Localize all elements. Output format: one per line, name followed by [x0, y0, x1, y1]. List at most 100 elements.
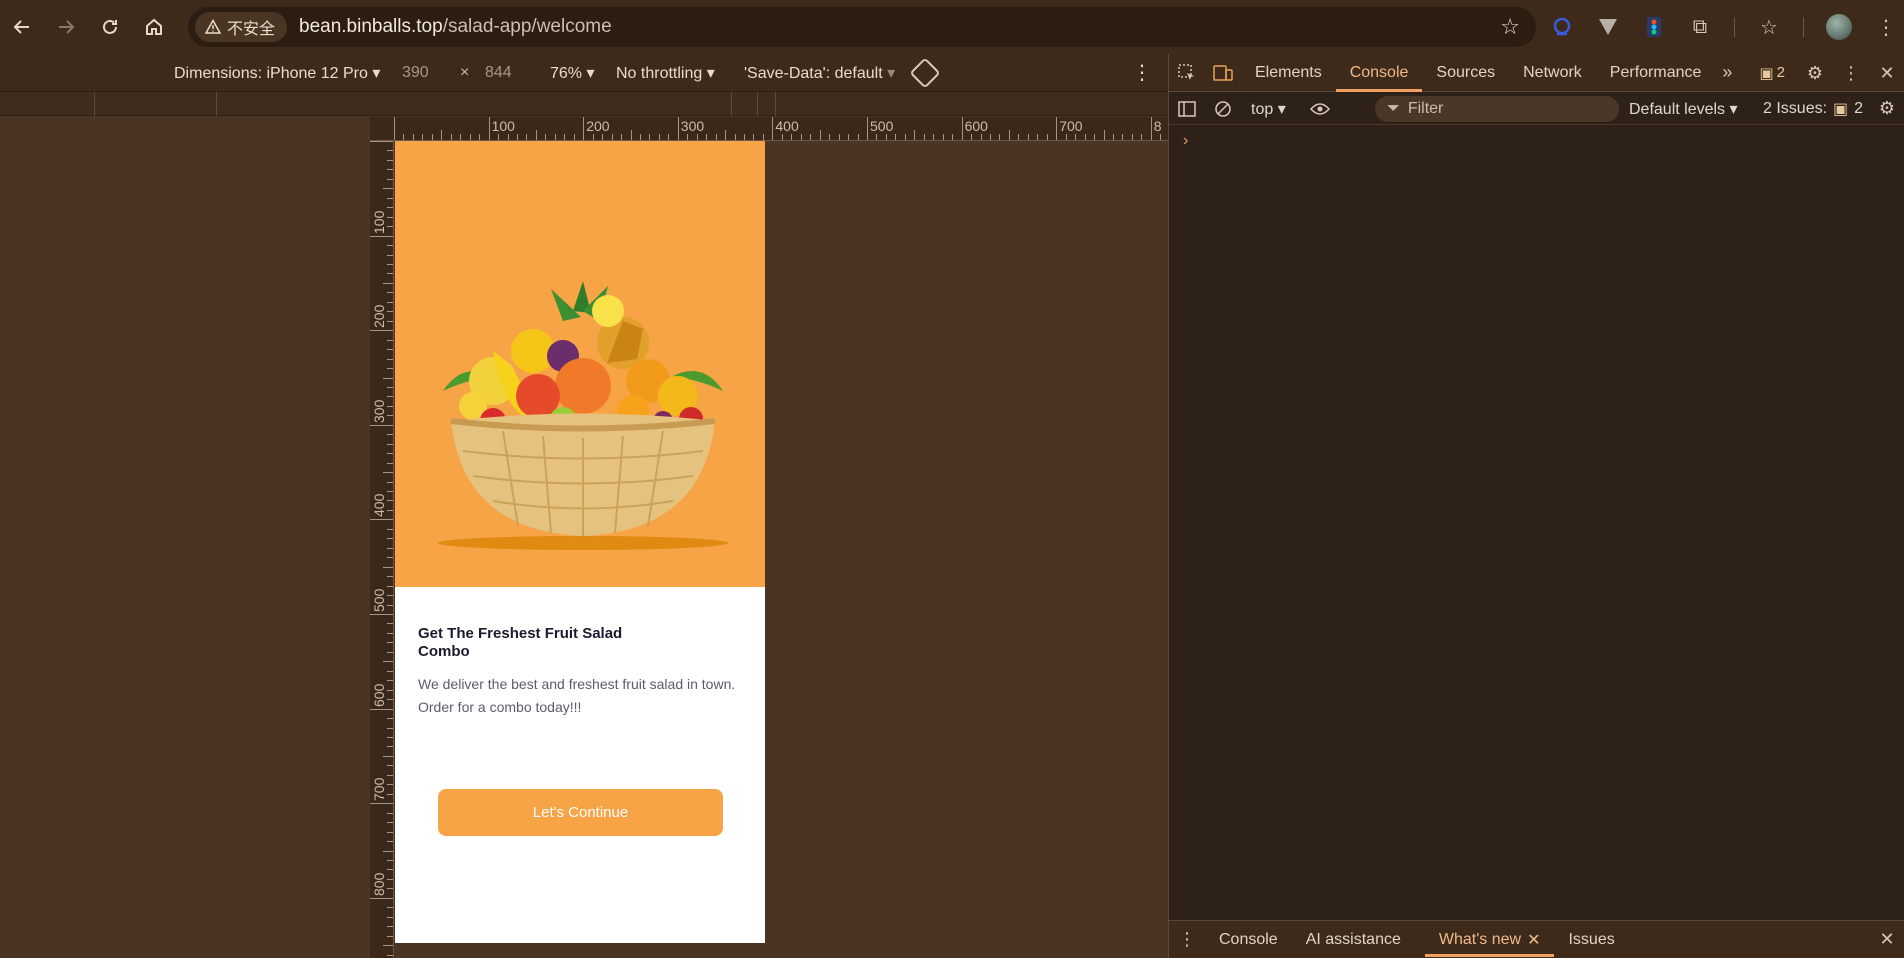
ruler-tick [639, 134, 641, 140]
console-prompt[interactable]: › [1183, 132, 1188, 150]
ruler-tick [370, 803, 393, 805]
rotate-icon[interactable] [909, 57, 941, 89]
tab-sources[interactable]: Sources [1422, 54, 1509, 92]
close-drawer-icon[interactable]: ✕ [1869, 921, 1904, 958]
close-icon[interactable]: ✕ [1869, 54, 1904, 92]
device-select[interactable]: Dimensions: iPhone 12 Pro ▾ [174, 63, 380, 83]
ruler-tick [387, 443, 393, 445]
levels-select[interactable]: Default levels ▾ [1629, 99, 1738, 119]
profile-avatar[interactable] [1826, 14, 1852, 40]
ruler-tick [734, 134, 736, 140]
ruler-tick [441, 130, 443, 140]
continue-button[interactable]: Let's Continue [438, 789, 723, 836]
ruler-tick [387, 159, 393, 161]
ruler-label: 200 [371, 304, 387, 329]
ruler-tick [383, 850, 393, 852]
extension-blue-icon[interactable] [1550, 15, 1574, 39]
ruler-tick [1075, 134, 1077, 140]
console-settings-gear-icon[interactable]: ⚙ [1869, 90, 1904, 128]
more-options-icon[interactable]: ⋮ [1833, 54, 1869, 92]
ruler-tick [387, 169, 393, 171]
ruler-label: 400 [371, 494, 387, 518]
ruler-tick [895, 134, 897, 140]
throttling-select[interactable]: No throttling ▾ [616, 63, 715, 83]
browser-toolbar: 不安全 bean.binballs.top/salad-app/welcome … [0, 0, 1904, 54]
issues-badge[interactable]: ▣ 2 [1759, 64, 1785, 82]
drawer-menu-icon[interactable]: ⋮ [1169, 921, 1205, 958]
ruler-tick [387, 320, 393, 322]
tab-elements[interactable]: Elements [1241, 54, 1336, 92]
ruler-tick [387, 386, 393, 388]
ruler-tick [1131, 134, 1133, 140]
more-tabs-icon[interactable]: » [1715, 54, 1739, 92]
filter-input[interactable]: ⏷ Filter [1375, 96, 1619, 122]
toolbar-divider [1734, 17, 1735, 37]
extension-figma-icon[interactable] [1642, 15, 1666, 39]
home-button[interactable] [132, 0, 176, 54]
ruler-tick [781, 134, 783, 140]
ruler-tick [1037, 134, 1039, 140]
ruler-tick [387, 273, 393, 275]
browser-menu-icon[interactable]: ⋮ [1874, 15, 1898, 39]
height-input[interactable]: 844 [485, 64, 512, 82]
ruler-tick [387, 462, 393, 464]
back-button[interactable] [0, 0, 44, 54]
sidebar-toggle-icon[interactable] [1169, 90, 1205, 128]
bookmarks-star-icon[interactable]: ☆ [1757, 15, 1781, 39]
ruler-tick [1103, 130, 1105, 140]
ruler-tick [573, 134, 575, 140]
ruler-tick [387, 358, 393, 360]
extensions-puzzle-icon[interactable]: ⧉ [1688, 15, 1712, 39]
ruler-tick [387, 585, 393, 587]
ruler-tick [715, 134, 717, 140]
ruler-tick [933, 134, 935, 140]
ruler-tick [535, 130, 537, 140]
forward-button[interactable] [44, 0, 88, 54]
security-chip[interactable]: 不安全 [195, 12, 288, 42]
ruler-tick [387, 528, 393, 530]
ruler-tick [387, 604, 393, 606]
save-data-select[interactable]: 'Save-Data': default ▾ [744, 63, 895, 83]
address-bar[interactable]: 不安全 bean.binballs.top/salad-app/welcome … [188, 7, 1536, 47]
ruler-tick [370, 235, 393, 237]
extension-vue-icon[interactable] [1596, 15, 1620, 39]
clear-console-icon[interactable] [1205, 90, 1241, 128]
tab-network[interactable]: Network [1509, 54, 1596, 92]
welcome-content: Get The Freshest Fruit Salad Combo We de… [418, 625, 748, 719]
ruler-tick [687, 134, 689, 140]
drawer-tab-ai-assistance[interactable]: AI assistance [1292, 921, 1415, 958]
ruler-tick [370, 897, 393, 899]
reload-button[interactable] [88, 0, 132, 54]
context-select[interactable]: top ▾ [1251, 99, 1286, 119]
home-icon [146, 18, 162, 35]
drawer-tab-console[interactable]: Console [1205, 921, 1292, 958]
url-text[interactable]: bean.binballs.top/salad-app/welcome [299, 16, 612, 38]
ruler-tick [387, 632, 393, 634]
console-toolbar: top ▾ ⏷ Filter Default levels ▾ 2 Issues… [1169, 93, 1904, 125]
tab-performance[interactable]: Performance [1596, 54, 1716, 92]
inspect-element-icon[interactable] [1169, 54, 1205, 92]
ruler-label: 700 [371, 777, 387, 802]
ruler-label: 700 [1059, 118, 1083, 134]
ruler-tick [387, 415, 393, 417]
ruler-tick [1094, 134, 1096, 140]
security-label: 不安全 [227, 21, 276, 38]
more-options-icon[interactable]: ⋮ [1132, 60, 1152, 85]
warning-icon [205, 19, 221, 34]
drawer-tab-whats-new[interactable]: What's new ✕ [1424, 921, 1555, 958]
ruler-tick [383, 566, 393, 568]
ruler-tick [753, 134, 755, 140]
ruler-tick [971, 134, 973, 140]
bookmark-star-icon[interactable]: ☆ [1500, 14, 1520, 40]
zoom-select[interactable]: 76% ▾ [550, 63, 595, 83]
gear-icon[interactable]: ⚙ [1797, 54, 1833, 92]
device-toggle-icon[interactable] [1205, 54, 1241, 92]
width-input[interactable]: 390 [402, 64, 429, 82]
close-icon[interactable]: ✕ [1527, 930, 1540, 950]
drawer-tab-issues[interactable]: Issues [1554, 921, 1628, 958]
issues-counter[interactable]: 2 Issues: ▣ 2 [1763, 99, 1863, 119]
toolbar-divider [1803, 17, 1804, 37]
ruler-tick [1056, 117, 1058, 140]
eye-icon[interactable] [1302, 90, 1338, 128]
tab-console[interactable]: Console [1335, 54, 1423, 92]
